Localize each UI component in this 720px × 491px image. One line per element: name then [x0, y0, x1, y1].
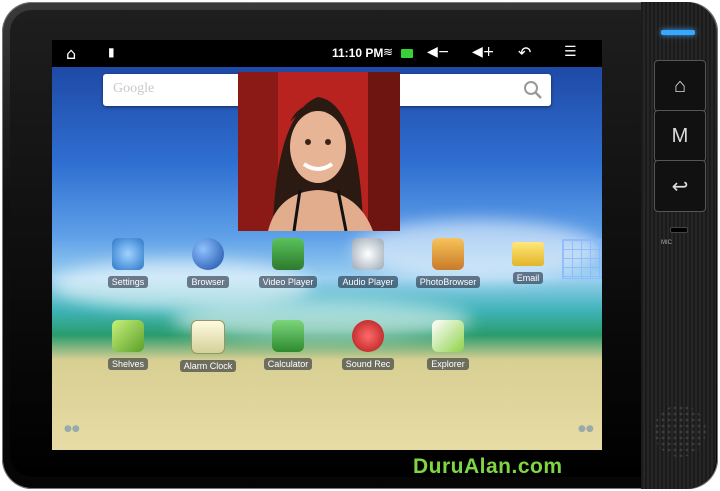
app-label: Video Player: [258, 276, 318, 288]
app-label: Shelves: [107, 358, 149, 370]
page-indicator-right: ●●: [578, 424, 594, 434]
hardware-menu-button[interactable]: M: [654, 110, 706, 162]
audio-icon: [352, 238, 384, 270]
home-icon: ⌂: [673, 74, 687, 97]
app-drawer-icon[interactable]: [562, 239, 602, 279]
app-label: Explorer: [427, 358, 469, 370]
app-calculator[interactable]: Calculator: [252, 320, 324, 370]
volume-down-icon[interactable]: ◀−: [427, 44, 450, 60]
portrait-image: [238, 72, 400, 231]
page-indicator-left: ●●: [64, 424, 80, 434]
explorer-icon: [432, 320, 464, 352]
volume-up-icon[interactable]: ◀+: [472, 44, 495, 60]
shelves-icon: [112, 320, 144, 352]
home-screen: ⌂ ▮ 11:10 PM ≋ ◀− ◀+ ↶ ☰ Google Settings…: [52, 40, 602, 450]
back-icon: ↩: [671, 175, 689, 198]
app-sound-rec[interactable]: Sound Rec: [332, 320, 404, 370]
app-label: Email: [512, 272, 544, 284]
hardware-home-button[interactable]: ⌂: [654, 60, 706, 112]
back-icon[interactable]: ↶: [518, 43, 531, 62]
app-alarm-clock[interactable]: Alarm Clock: [172, 320, 244, 372]
microphone-hole: [670, 227, 688, 233]
app-label: Audio Player: [338, 276, 398, 288]
calculator-icon: [272, 320, 304, 352]
clock-icon: [191, 320, 225, 354]
video-icon: [272, 238, 304, 270]
watermark-text: DuruAlan.com: [413, 455, 563, 478]
battery-icon: [401, 49, 413, 58]
app-photo-browser[interactable]: PhotoBrowser: [412, 238, 484, 288]
app-label: Settings: [107, 276, 149, 288]
menu-label: M: [671, 124, 689, 147]
google-logo-text: Google: [113, 81, 155, 96]
app-label: Sound Rec: [341, 358, 395, 370]
speaker-grille: [654, 405, 706, 457]
sd-card-icon: ▮: [108, 45, 115, 59]
globe-icon: [192, 238, 224, 270]
app-label: Browser: [187, 276, 229, 288]
app-video-player[interactable]: Video Player: [252, 238, 324, 288]
settings-icon: [112, 238, 144, 270]
photo-icon: [432, 238, 464, 270]
menu-icon[interactable]: ☰: [564, 44, 577, 60]
power-led-indicator: [661, 30, 695, 35]
mic-label: MIC: [661, 240, 672, 246]
hardware-back-button[interactable]: ↩: [654, 160, 706, 212]
overlay-photo: [238, 72, 400, 231]
app-settings[interactable]: Settings: [92, 238, 164, 288]
app-shelves[interactable]: Shelves: [92, 320, 164, 370]
app-audio-player[interactable]: Audio Player: [332, 238, 404, 288]
app-label: Calculator: [263, 358, 313, 370]
app-browser[interactable]: Browser: [172, 238, 244, 288]
microphone-icon: [352, 320, 384, 352]
clock-time: 11:10 PM: [332, 46, 384, 60]
search-icon[interactable]: [521, 78, 545, 102]
status-bar: ⌂ ▮ 11:10 PM ≋ ◀− ◀+ ↶ ☰: [52, 40, 602, 67]
app-email[interactable]: Email: [492, 238, 564, 288]
app-explorer[interactable]: Explorer: [412, 320, 484, 370]
wifi-icon: ≋: [383, 45, 394, 59]
home-icon[interactable]: ⌂: [66, 44, 76, 63]
app-label: Alarm Clock: [179, 360, 237, 372]
email-icon: [512, 242, 544, 266]
app-label: PhotoBrowser: [415, 276, 481, 288]
